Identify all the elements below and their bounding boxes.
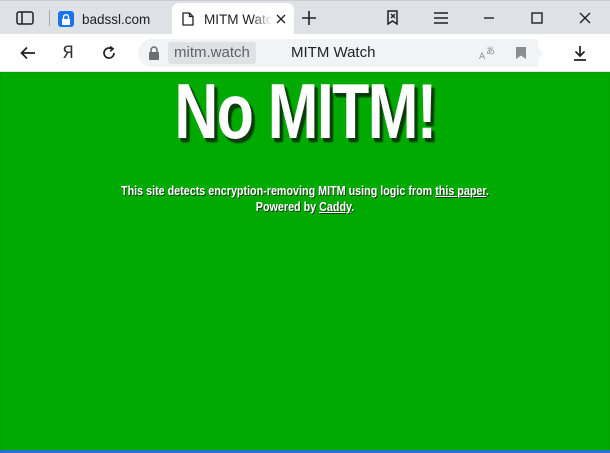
powered-by-period: . [351,200,355,214]
new-tab-button[interactable] [297,7,321,29]
minimize-button[interactable] [476,7,502,29]
lock-favicon-icon [58,11,74,27]
lock-icon[interactable] [146,45,162,61]
downloads-button[interactable] [568,42,592,64]
description-text: This site detects encryption-removing MI… [121,184,436,198]
bookmark-collections-icon [387,10,398,26]
translate-button[interactable]: A あ [478,44,496,62]
svg-text:A: A [479,52,486,62]
bookmark-icon [516,47,526,59]
close-tab-icon[interactable] [272,10,290,28]
hamburger-menu-icon [434,12,448,24]
tab-title: MITM Watch [204,11,272,27]
reload-icon [103,45,115,59]
description-period: . [485,184,489,198]
tab-title: badssl.com [82,11,151,27]
bookmark-button[interactable] [512,44,530,62]
translate-icon: A あ [479,46,495,62]
back-arrow-icon [20,46,35,60]
this-paper-link[interactable]: this paper [435,184,486,198]
collections-button[interactable] [380,7,406,29]
address-page-title[interactable]: MITM Watch [291,42,375,64]
address-bar[interactable]: mitm.watch MITM Watch A あ [138,39,538,67]
menu-button[interactable] [428,7,454,29]
close-icon [579,12,591,24]
address-domain[interactable]: mitm.watch [168,42,256,64]
plus-icon [302,11,316,25]
tab-strip: badssl.com MITM Watch [0,0,610,35]
yandex-logo-icon: Я [62,43,74,63]
download-icon [574,46,586,61]
minimize-icon [484,17,494,19]
close-window-button[interactable] [572,7,598,29]
tab-list-button[interactable] [10,7,40,29]
caddy-link[interactable]: Caddy [319,200,351,214]
address-bar-arrow [532,39,543,67]
back-button[interactable] [16,42,40,64]
reload-button[interactable] [97,42,121,64]
svg-text:あ: あ [486,46,495,57]
tab-badssl[interactable]: badssl.com [50,3,170,35]
tab-mitm-watch[interactable]: MITM Watch [172,3,294,35]
powered-by-text: Powered by [255,200,320,214]
page-icon [180,11,196,27]
page-description: This site detects encryption-removing MI… [0,183,610,215]
maximize-icon [531,12,543,24]
yandex-button[interactable]: Я [56,42,80,64]
description-line-1: This site detects encryption-removing MI… [43,183,568,199]
page-headline: No MITM! [174,67,437,155]
sidebar-toggle-icon [16,11,34,25]
maximize-button[interactable] [524,7,550,29]
description-line-2: Powered by Caddy. [43,199,568,215]
